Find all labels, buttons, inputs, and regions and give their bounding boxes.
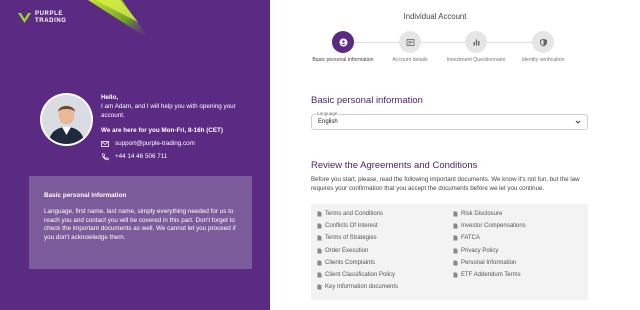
doc-link-risk-disclosure[interactable]: Risk Disclosure xyxy=(453,208,583,220)
step-account-details[interactable]: Account details xyxy=(375,31,445,64)
shield-icon xyxy=(539,38,547,46)
file-icon xyxy=(317,260,322,266)
doc-link-label: FATCA xyxy=(461,235,480,242)
documents-list: Terms and Conditions Risk Disclosure Con… xyxy=(311,204,588,300)
intro-message: I am Adam, and I will help you with open… xyxy=(101,103,236,119)
doc-link-label: Terms and Conditions xyxy=(325,211,384,218)
file-icon xyxy=(317,235,322,241)
doc-link-key-information-documents[interactable]: Key Information documents xyxy=(317,281,453,293)
phone-contact[interactable]: +44 14 46 506 711 xyxy=(101,152,261,161)
agreements-intro-text: Before you start, please, read the follo… xyxy=(311,176,580,192)
phone-icon xyxy=(102,152,109,160)
email-contact[interactable]: support@purple-trading.com xyxy=(101,139,261,148)
file-icon xyxy=(317,211,322,217)
basic-info-heading: Basic personal information xyxy=(311,95,423,106)
doc-link-conflicts-of-interest[interactable]: Conflicts Of Interest xyxy=(317,220,453,232)
doc-link-order-execution[interactable]: Order Execution xyxy=(317,245,453,257)
info-box-title: Basic personal information xyxy=(44,192,127,199)
chevron-down-icon xyxy=(575,120,581,124)
file-icon xyxy=(453,272,458,278)
file-icon xyxy=(317,248,322,254)
brand-line-1: PURPLE xyxy=(35,11,63,17)
doc-link-terms-of-strategies[interactable]: Terms of Strategies xyxy=(317,232,453,244)
file-icon xyxy=(453,235,458,241)
doc-link-label: Conflicts Of Interest xyxy=(325,223,378,230)
doc-link-label: Key Information documents xyxy=(325,284,399,291)
doc-link-label: Investor Compensations xyxy=(461,223,526,230)
doc-link-fatca[interactable]: FATCA xyxy=(453,232,583,244)
doc-link-clients-complaints[interactable]: Clients Complaints xyxy=(317,257,453,269)
support-hours: We are here for you Mon-Fri, 8-16h (CET) xyxy=(101,127,223,134)
step-label: Identity verification xyxy=(521,57,565,63)
file-icon xyxy=(453,260,458,266)
info-box-text: Language, first name, last name, simply … xyxy=(44,208,236,241)
person-photo xyxy=(42,95,91,144)
support-email[interactable]: support@purple-trading.com xyxy=(115,139,195,148)
intro-block: Hello, I am Adam, and I will help you wi… xyxy=(101,93,261,161)
doc-link-label: Personal Information xyxy=(461,259,517,266)
account-title: Individual Account xyxy=(403,12,467,21)
doc-link-privacy-policy[interactable]: Privacy Policy xyxy=(453,245,583,257)
document-icon xyxy=(406,38,414,46)
info-box: Basic personal information Language, fir… xyxy=(29,176,252,269)
brand-logo[interactable]: PURPLE TRADING xyxy=(18,11,67,25)
doc-link-label: Terms of Strategies xyxy=(325,235,377,242)
step-label: Account details xyxy=(392,57,428,63)
bar-chart-icon xyxy=(473,39,479,45)
language-value: English xyxy=(318,119,338,125)
doc-link-label: ETF Addendum Terms xyxy=(461,272,521,279)
brand-line-2: TRADING xyxy=(35,18,67,24)
file-icon xyxy=(317,223,322,229)
step-basic-info[interactable]: Basic personal information xyxy=(308,31,378,64)
language-select[interactable]: Language English xyxy=(311,111,588,130)
doc-link-label: Privacy Policy xyxy=(461,247,499,254)
doc-link-investor-compensations[interactable]: Investor Compensations xyxy=(453,220,583,232)
logo-mark-icon xyxy=(18,13,31,23)
doc-link-etf-addendum-terms[interactable]: ETF Addendum Terms xyxy=(453,269,583,281)
step-label: Basic personal information xyxy=(312,57,374,63)
envelope-icon xyxy=(101,140,109,147)
doc-link-label: Clients Complaints xyxy=(325,259,376,266)
doc-link-client-classification-policy[interactable]: Client Classification Policy xyxy=(317,269,453,281)
file-icon xyxy=(317,284,322,290)
doc-link-label: Risk Disclosure xyxy=(461,211,503,218)
file-icon xyxy=(317,272,322,278)
file-icon xyxy=(453,211,458,217)
support-phone[interactable]: +44 14 46 506 711 xyxy=(115,152,167,161)
doc-link-label: Client Classification Policy xyxy=(325,272,396,279)
file-icon xyxy=(453,223,458,229)
doc-link-terms-and-conditions[interactable]: Terms and Conditions xyxy=(317,208,453,220)
right-panel: Individual Account Basic personal inform… xyxy=(270,0,640,310)
language-label: Language xyxy=(316,111,339,116)
step-investment-questionnaire[interactable]: Investment Questionnaire xyxy=(441,31,511,64)
doc-link-label: Order Execution xyxy=(325,247,369,254)
agreements-heading: Review the Agreements and Conditions xyxy=(311,160,478,171)
intro-hello: Hello, xyxy=(101,94,119,101)
step-identity-verification[interactable]: Identity verification xyxy=(508,31,578,64)
doc-link-personal-information[interactable]: Personal Information xyxy=(453,257,583,269)
left-panel: PURPLE TRADING Hello, I am Adam, and I w… xyxy=(0,0,270,310)
step-label: Investment Questionnaire xyxy=(446,57,506,63)
file-icon xyxy=(453,248,458,254)
avatar xyxy=(40,93,93,146)
user-icon xyxy=(339,38,347,46)
